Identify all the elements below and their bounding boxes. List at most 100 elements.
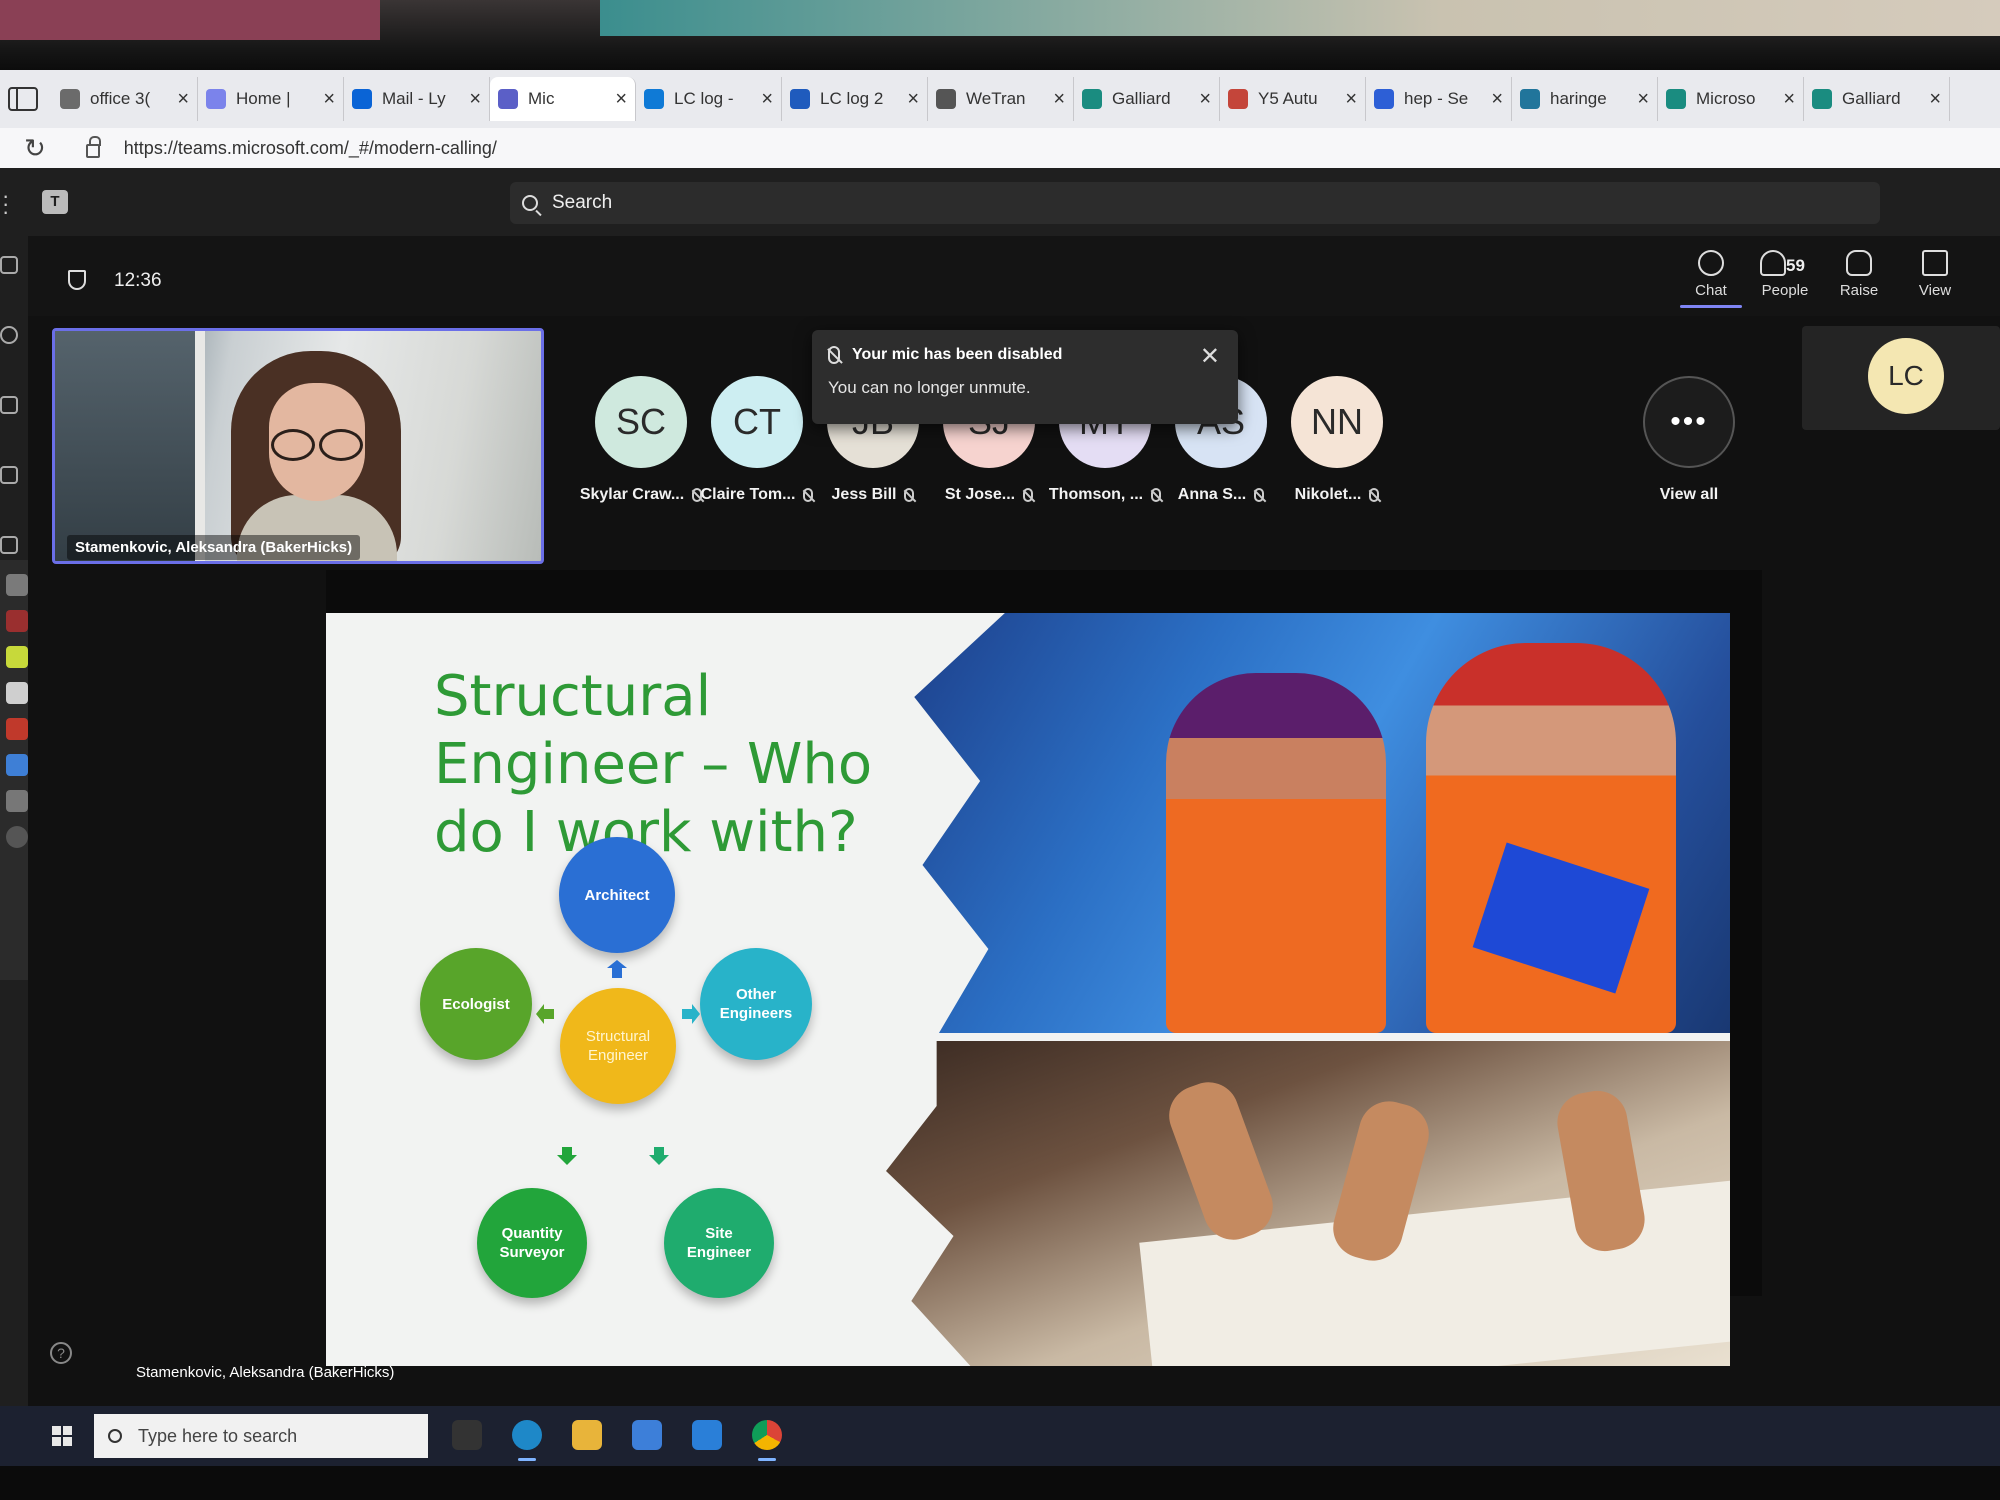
toast-title: Your mic has been disabled	[852, 346, 1063, 363]
participant-video-tile[interactable]: Stamenkovic, Aleksandra (BakerHicks)	[52, 328, 544, 564]
arrow-to-site-engineer	[649, 1147, 669, 1165]
tab-favicon-icon	[1520, 89, 1540, 109]
keyboard-icon[interactable]	[6, 790, 28, 812]
close-icon[interactable]: ×	[1345, 88, 1357, 111]
browser-tab[interactable]: Home | ×	[198, 77, 344, 121]
close-icon[interactable]: ×	[1053, 88, 1065, 111]
shared-slide: Structural Engineer – Who do I work with…	[326, 613, 1730, 1366]
taskbar-search-input[interactable]: Type here to search	[94, 1414, 428, 1458]
browser-tab[interactable]: Y5 Autu ×	[1220, 77, 1366, 121]
pen-icon[interactable]	[6, 574, 28, 596]
close-icon[interactable]: ×	[323, 88, 335, 111]
diagram-node-ecologist: Ecologist	[420, 948, 532, 1060]
close-icon[interactable]: ×	[907, 88, 919, 111]
close-icon[interactable]: ×	[1783, 88, 1795, 111]
tab-favicon-icon	[936, 89, 956, 109]
teams-logo-icon: T	[42, 190, 68, 214]
view-label: View	[1918, 282, 1952, 299]
browser-tab[interactable]: hep - Se ×	[1366, 77, 1512, 121]
browser-tab[interactable]: Mic ×	[490, 77, 636, 121]
chrome-browser-icon[interactable]	[752, 1420, 782, 1461]
close-icon[interactable]: ×	[1199, 88, 1211, 111]
monitor-bezel-bottom	[0, 1466, 2000, 1500]
view-all-label: View all	[1659, 486, 1719, 503]
file-explorer-icon[interactable]	[572, 1420, 602, 1450]
help-icon[interactable]: ?	[50, 1342, 72, 1364]
eraser-icon[interactable]	[6, 682, 28, 704]
close-icon[interactable]: ×	[761, 88, 773, 111]
participant-name: Nikolet...	[1294, 486, 1362, 503]
rail-teams[interactable]	[0, 396, 28, 416]
close-icon[interactable]: ×	[1491, 88, 1503, 111]
browser-tab[interactable]: Microso ×	[1658, 77, 1804, 121]
raise-hand-button[interactable]: Raise	[1824, 250, 1894, 299]
close-icon[interactable]: ×	[615, 88, 627, 111]
mail-icon[interactable]	[692, 1420, 722, 1450]
windows-start-icon[interactable]	[52, 1426, 72, 1446]
participant-name: Jess Bill	[831, 486, 897, 503]
close-icon[interactable]: ×	[1929, 88, 1941, 111]
rail-calendar[interactable]	[0, 536, 28, 556]
people-icon	[1760, 250, 1786, 276]
participant-item[interactable]: NN Nikolet...	[1272, 376, 1402, 504]
close-icon[interactable]: ✕	[1200, 342, 1220, 371]
windows-taskbar: Type here to search	[0, 1406, 2000, 1466]
search-input[interactable]: Search	[510, 182, 1880, 224]
tab-list: office 3(× Home | × Mail - Ly × Mic × LC log - ×…	[52, 77, 1950, 121]
tab-favicon-icon	[498, 89, 518, 109]
arrow-to-other-engineers	[682, 1004, 700, 1024]
view-all-participants[interactable]: ••• View all	[1624, 376, 1754, 504]
red-pen-icon[interactable]	[6, 610, 28, 632]
diagram-node-architect: Architect	[559, 837, 675, 953]
close-icon[interactable]: ×	[469, 88, 481, 111]
pinned-participant-panel[interactable]: LC	[1802, 326, 2000, 430]
browser-tab[interactable]: WeTran ×	[928, 77, 1074, 121]
browser-tab[interactable]: LC log - ×	[636, 77, 782, 121]
rail-assignments[interactable]	[0, 466, 28, 486]
reload-icon[interactable]: ↻	[24, 133, 46, 164]
tab-title: Microso	[1696, 89, 1756, 108]
browser-tab[interactable]: LC log 2 ×	[782, 77, 928, 121]
close-icon[interactable]: ×	[1637, 88, 1649, 111]
lock-icon[interactable]	[85, 136, 101, 158]
settings-gear-icon[interactable]	[6, 826, 28, 848]
rail-chat[interactable]	[0, 326, 28, 346]
people-button[interactable]: People	[1750, 250, 1820, 299]
laser-pointer-icon[interactable]	[6, 718, 28, 740]
browser-tab[interactable]: office 3( ×	[52, 77, 198, 121]
edge-browser-icon[interactable]	[512, 1420, 542, 1461]
participant-name: Anna S...	[1177, 486, 1247, 503]
meeting-stage: 12:36 Chat People 59 Raise View Stamenko…	[28, 236, 2000, 1406]
grid-view-icon	[1922, 250, 1948, 276]
url-field[interactable]: https://teams.microsoft.com/_#/modern-ca…	[124, 138, 497, 159]
select-tool-icon[interactable]	[6, 754, 28, 776]
view-button[interactable]: View	[1900, 250, 1970, 299]
tab-title: hep - Se	[1404, 89, 1469, 108]
tab-favicon-icon	[352, 89, 372, 109]
app-launcher-icon[interactable]: · · ·	[2, 185, 9, 223]
tab-favicon-icon	[1374, 89, 1394, 109]
participant-item[interactable]: CT Claire Tom...	[692, 376, 822, 504]
toast-message: You can no longer unmute.	[828, 378, 1031, 398]
chat-icon	[0, 326, 18, 344]
shield-icon[interactable]	[68, 270, 86, 290]
tab-title: WeTran	[966, 89, 1026, 108]
highlighter-icon[interactable]	[6, 646, 28, 668]
mic-muted-icon	[904, 487, 915, 502]
tab-title: office 3(	[90, 89, 151, 108]
task-view-icon[interactable]	[452, 1420, 482, 1450]
rail-activity[interactable]	[0, 256, 28, 276]
store-icon[interactable]	[632, 1420, 662, 1450]
browser-tab[interactable]: haringe ×	[1512, 77, 1658, 121]
tab-title: Mail - Ly	[382, 89, 446, 108]
browser-tab[interactable]: Galliard ×	[1804, 77, 1950, 121]
tab-actions-icon[interactable]	[8, 87, 38, 111]
chat-button[interactable]: Chat	[1676, 250, 1746, 308]
node-label-other-engineers: Other Engineers	[719, 986, 793, 1022]
participant-item[interactable]: SC Skylar Craw...	[576, 376, 706, 504]
participant-name-row: Jess Bill	[808, 486, 938, 504]
diagram-node-quantity-surveyor: Quantity Surveyor	[477, 1188, 587, 1298]
close-icon[interactable]: ×	[177, 88, 189, 111]
browser-tab[interactable]: Galliard ×	[1074, 77, 1220, 121]
browser-tab[interactable]: Mail - Ly ×	[344, 77, 490, 121]
